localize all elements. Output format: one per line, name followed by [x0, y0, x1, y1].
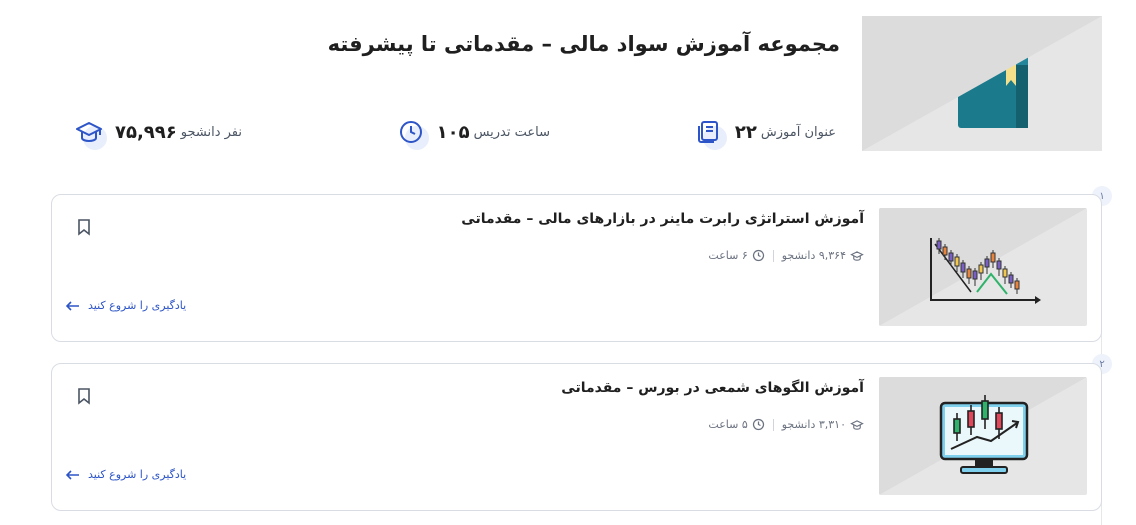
meta-divider [772, 418, 774, 431]
start-learning-label: یادگیری را شروع کنید [88, 468, 187, 481]
start-learning-link[interactable]: یادگیری را شروع کنید [66, 468, 186, 481]
meta-divider [772, 249, 774, 262]
course-students: ۳,۳۱۰ دانشجو [782, 418, 864, 431]
stat-lessons: ۲۲ عنوان آموزش [691, 114, 836, 150]
arrow-left-icon [66, 469, 79, 480]
course-meta: ۹,۳۶۴ دانشجو ۶ ساعت [708, 249, 864, 262]
candlestick-chart-icon [930, 238, 1041, 304]
course-duration-text: ۶ ساعت [708, 249, 748, 262]
course-meta: ۳,۳۱۰ دانشجو ۵ ساعت [708, 418, 864, 431]
stat-lessons-label: عنوان آموزش [760, 124, 836, 140]
course-card[interactable]: آموزش الگوهای شمعی در بورس – مقدماتی ۳,۳… [51, 363, 1102, 511]
course-duration: ۶ ساعت [708, 249, 764, 262]
course-title[interactable]: آموزش الگوهای شمعی در بورس – مقدماتی [561, 380, 864, 396]
monitor-candlestick-icon [939, 395, 1029, 474]
course-students: ۹,۳۶۴ دانشجو [782, 249, 864, 262]
course-duration-text: ۵ ساعت [708, 418, 748, 431]
start-learning-link[interactable]: یادگیری را شروع کنید [66, 299, 186, 312]
course-students-text: ۳,۳۱۰ دانشجو [781, 418, 846, 431]
arrow-left-icon [66, 300, 79, 311]
bookmark-icon[interactable] [76, 218, 92, 236]
clock-icon [393, 114, 429, 150]
stat-hours: ۱۰۵ ساعت تدریس [393, 114, 550, 150]
stat-students-value: ۷۵,۹۹۶ [114, 121, 177, 143]
collection-thumbnail: $ [862, 16, 1102, 151]
course-duration: ۵ ساعت [708, 418, 764, 431]
graduation-cap-icon [71, 114, 107, 150]
course-students-text: ۹,۳۶۴ دانشجو [781, 249, 846, 262]
stat-lessons-value: ۲۲ [734, 121, 757, 143]
stat-students: ۷۵,۹۹۶ نفر دانشجو [71, 114, 242, 150]
clock-icon [752, 418, 764, 431]
course-thumbnail[interactable] [879, 377, 1087, 495]
graduation-cap-icon [850, 419, 864, 430]
bookmark-icon[interactable] [76, 387, 92, 405]
graduation-cap-icon [850, 250, 864, 261]
clock-icon [752, 249, 764, 262]
book-stack-icon [691, 114, 727, 150]
page-title: مجموعه آموزش سواد مالی – مقدماتی تا پیشر… [327, 32, 840, 56]
course-title[interactable]: آموزش استراتژی رابرت ماینر در بازارهای م… [461, 211, 864, 227]
stat-students-label: نفر دانشجو [180, 124, 242, 140]
stat-hours-value: ۱۰۵ [436, 121, 470, 143]
start-learning-label: یادگیری را شروع کنید [88, 299, 187, 312]
course-thumbnail[interactable] [879, 208, 1087, 326]
course-card[interactable]: آموزش استراتژی رابرت ماینر در بازارهای م… [51, 194, 1102, 342]
stat-hours-label: ساعت تدریس [473, 124, 550, 140]
